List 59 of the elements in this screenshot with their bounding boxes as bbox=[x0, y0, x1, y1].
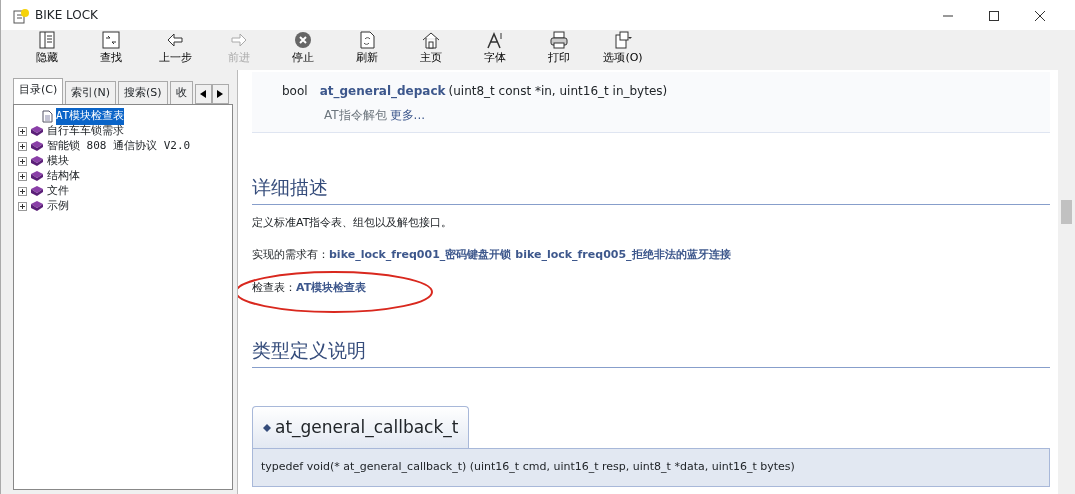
nav-tab[interactable]: 搜索(S) bbox=[118, 80, 168, 104]
window-title: BIKE LOCK bbox=[35, 7, 98, 24]
requirement-link[interactable]: bike_lock_freq005_拒绝非法的蓝牙连接 bbox=[515, 248, 731, 261]
tree-item[interactable]: 智能锁 808 通信协议 V2.0 bbox=[47, 138, 191, 155]
toolbar-button[interactable]: 选项(O) bbox=[591, 30, 655, 67]
tree-item[interactable]: 自行车车锁需求 bbox=[47, 123, 124, 140]
toolbar-button[interactable]: 停止 bbox=[271, 30, 335, 67]
printer-icon bbox=[549, 30, 569, 50]
member-args: (uint8_t const *in, uint16_t in_bytes) bbox=[448, 84, 668, 98]
section-heading: 详细描述 bbox=[252, 173, 1050, 205]
toolbar-button[interactable]: 主页 bbox=[399, 30, 463, 67]
right-arrow-icon bbox=[217, 90, 224, 98]
member-link[interactable]: at_general_depack bbox=[319, 84, 446, 98]
toolbar-button[interactable]: 隐藏 bbox=[15, 30, 79, 67]
scroll-left-button[interactable] bbox=[194, 84, 212, 104]
left-arrow-icon bbox=[200, 90, 207, 98]
tree-item[interactable]: 示例 bbox=[47, 198, 69, 215]
diamond-icon bbox=[263, 423, 271, 432]
tree-item[interactable]: 模块 bbox=[47, 153, 69, 170]
typedef-declaration: typedef void(* at_general_callback_t) (uint16_t cmd, uint16_t resp, uint8_t *data, uint16_t bytes) bbox=[252, 448, 1050, 487]
toolbar-button[interactable]: 字体 bbox=[463, 30, 527, 67]
typedef-name: at_general_callback_t bbox=[275, 416, 459, 437]
tree-item[interactable]: 文件 bbox=[47, 183, 69, 200]
toolbar-button[interactable]: 打印 bbox=[527, 30, 591, 67]
scroll-thumb[interactable] bbox=[1061, 200, 1072, 224]
find-icon bbox=[101, 30, 121, 50]
nav-tab[interactable]: 收 bbox=[169, 80, 193, 104]
requirements-label: 实现的需求有： bbox=[252, 248, 329, 261]
options-icon bbox=[613, 30, 633, 50]
nav-tab[interactable]: 目录(C) bbox=[13, 77, 64, 104]
toolbar-button[interactable]: 刷新 bbox=[335, 30, 399, 67]
expand-plus-icon[interactable] bbox=[18, 202, 27, 211]
member-brief: AT指令解包 bbox=[324, 108, 387, 122]
help-file-icon bbox=[13, 6, 29, 24]
stop-icon bbox=[293, 30, 313, 50]
expand-plus-icon[interactable] bbox=[18, 172, 27, 181]
section-heading: 类型定义说明 bbox=[252, 336, 1050, 368]
home-icon bbox=[421, 30, 441, 50]
more-link[interactable]: 更多... bbox=[389, 108, 426, 122]
page-icon bbox=[42, 108, 53, 125]
checklist-link[interactable]: AT模块检查表 bbox=[296, 280, 367, 294]
refresh-icon bbox=[357, 30, 377, 50]
expand-plus-icon[interactable] bbox=[18, 142, 27, 151]
checklist-label: 检查表： bbox=[252, 280, 296, 294]
nav-tab[interactable]: 索引(N) bbox=[65, 80, 117, 104]
tree-item[interactable]: 结构体 bbox=[47, 168, 80, 185]
expand-plus-icon[interactable] bbox=[18, 127, 27, 136]
toolbar-button[interactable]: 查找 bbox=[79, 30, 143, 67]
tree-item[interactable]: AT模块检查表 bbox=[56, 108, 125, 125]
expand-plus-icon[interactable] bbox=[18, 157, 27, 166]
description-text: 定义标准AT指令表、组包以及解包接口。 bbox=[252, 214, 454, 231]
maximize-button[interactable] bbox=[988, 9, 1000, 22]
close-button[interactable] bbox=[1034, 9, 1046, 22]
toolbar-button[interactable]: 上一步 bbox=[143, 30, 207, 67]
font-icon bbox=[485, 30, 505, 50]
expand-plus-icon[interactable] bbox=[18, 187, 27, 196]
member-type: bool bbox=[282, 83, 308, 100]
hide-pane-icon bbox=[37, 30, 57, 50]
requirement-link[interactable]: bike_lock_freq001_密码键盘开锁 bbox=[329, 248, 512, 261]
